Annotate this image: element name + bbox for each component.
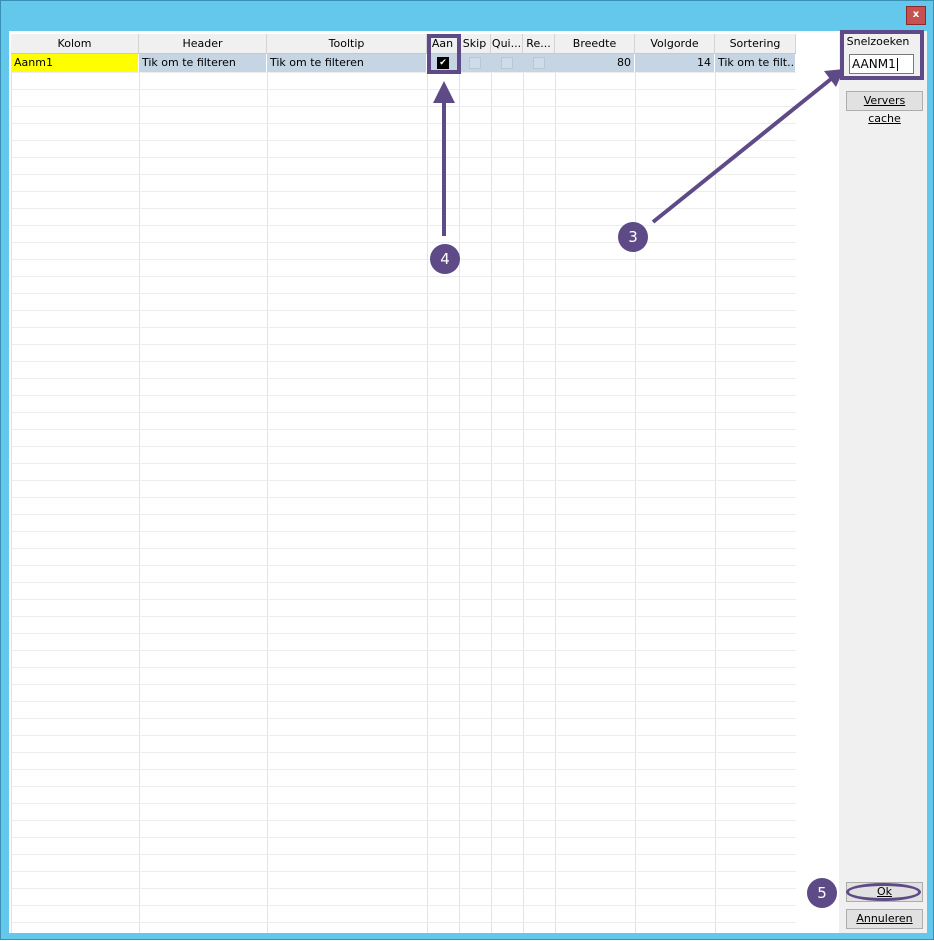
annuleren-button[interactable]: Annuleren [846, 909, 923, 929]
dialog-client: Kolom Header Tooltip Aan Skip Qui... Re.… [9, 31, 927, 933]
column-header-re[interactable]: Re... [523, 34, 555, 54]
cell-tooltip[interactable]: Tik om te filteren [267, 54, 427, 72]
column-grid[interactable]: Kolom Header Tooltip Aan Skip Qui... Re.… [9, 31, 839, 933]
grid-lines [11, 72, 796, 933]
step-badge-5: 5 [807, 878, 837, 908]
column-header-header[interactable]: Header [139, 34, 267, 54]
cell-volgorde[interactable]: 14 [635, 54, 715, 72]
ververs-cache-label: Ververs cache [863, 94, 906, 125]
column-header-tooltip[interactable]: Tooltip [267, 34, 427, 54]
column-header-qui[interactable]: Qui... [491, 34, 523, 54]
cell-sortering[interactable]: Tik om te filt... [715, 54, 796, 72]
column-header-breedte[interactable]: Breedte [555, 34, 635, 54]
highlight-aan-column [427, 34, 461, 74]
cell-breedte[interactable]: 80 [555, 54, 635, 72]
re-checkbox[interactable] [533, 57, 545, 69]
column-header-volgorde[interactable]: Volgorde [635, 34, 715, 54]
step-badge-4: 4 [430, 244, 460, 274]
step-badge-3: 3 [618, 222, 648, 252]
highlight-ok-button [846, 883, 921, 901]
highlight-snelzoeken [840, 30, 924, 80]
column-header-sortering[interactable]: Sortering [715, 34, 796, 54]
column-header-kolom[interactable]: Kolom [11, 34, 139, 54]
dialog-window: x Kolom Header Tooltip Aan Skip Qui... R… [0, 0, 934, 940]
close-button[interactable]: x [906, 6, 926, 25]
skip-checkbox[interactable] [469, 57, 481, 69]
annuleren-label: Annuleren [856, 912, 913, 925]
column-header-skip[interactable]: Skip [459, 34, 491, 54]
cell-kolom[interactable]: Aanm1 [11, 54, 139, 72]
ververs-cache-button[interactable]: Ververs cache [846, 91, 923, 125]
qui-checkbox[interactable] [501, 57, 513, 69]
cell-header[interactable]: Tik om te filteren [139, 54, 267, 72]
